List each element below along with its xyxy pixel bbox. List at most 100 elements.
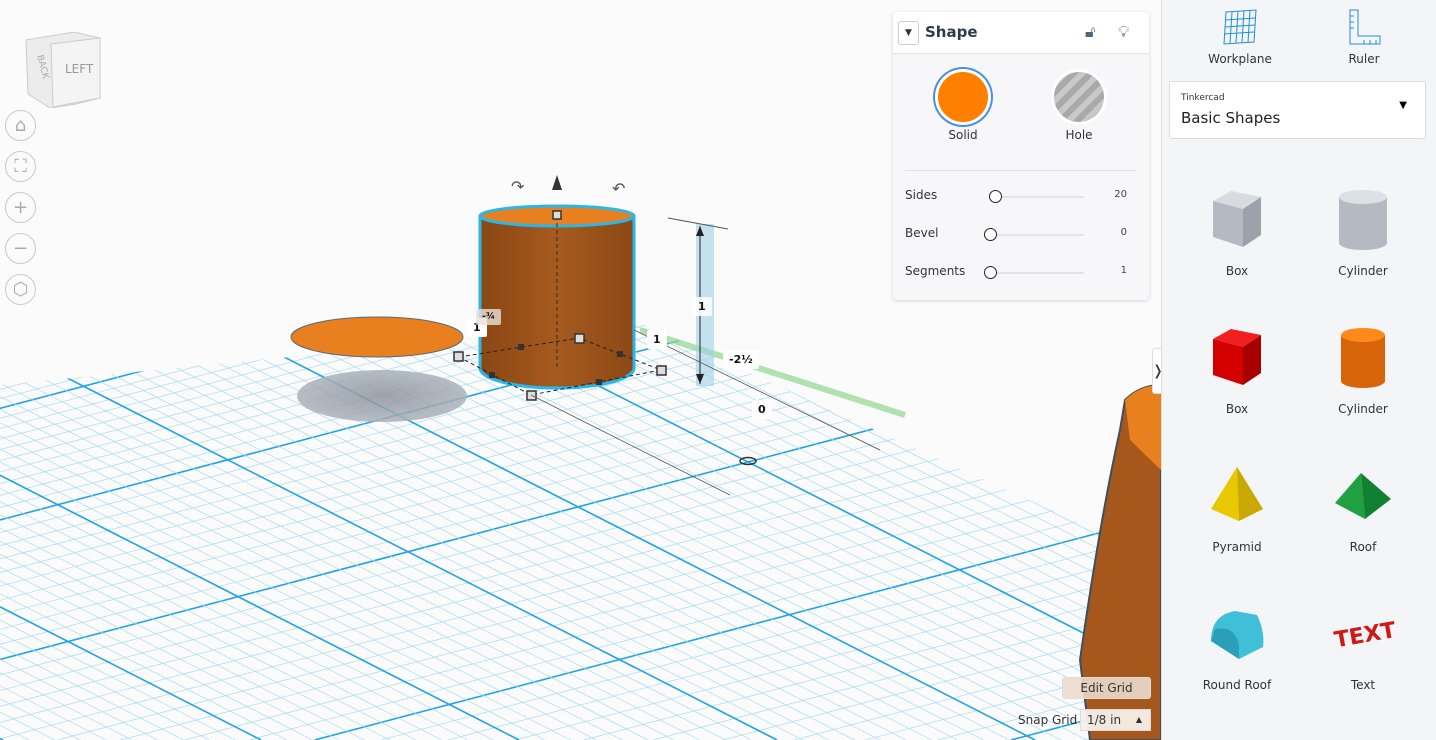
workplane-icon xyxy=(1223,9,1257,45)
left-offset-dimension[interactable]: -¾ xyxy=(476,309,502,325)
solid-option[interactable]: Solid xyxy=(923,72,1003,142)
selected-cylinder[interactable] xyxy=(478,204,636,390)
caret-down-icon: ▼ xyxy=(1399,100,1407,111)
workplane-label: Workplane xyxy=(1208,52,1272,66)
grid-line xyxy=(0,0,925,244)
grid-line xyxy=(0,0,881,233)
hole-swatch[interactable] xyxy=(1054,72,1104,122)
fit-view-button[interactable]: ⛶ xyxy=(5,151,36,182)
workplane-tool[interactable]: Workplane xyxy=(1195,8,1285,66)
roof-icon xyxy=(1335,473,1391,519)
home-icon: ⌂ xyxy=(14,115,27,136)
grid-line xyxy=(0,0,691,182)
ellipse-object[interactable] xyxy=(290,316,464,358)
elevation-dimension[interactable]: -2½ xyxy=(723,350,759,369)
ruler-icon xyxy=(1349,9,1381,45)
ortho-view-icon: ⬡ xyxy=(12,279,29,300)
cyl-hole-icon xyxy=(1339,190,1387,250)
grid-line xyxy=(0,0,933,246)
cyl-icon xyxy=(1341,328,1385,388)
param-slider-knob[interactable] xyxy=(984,266,997,279)
ortho-view-button[interactable]: ⬡ xyxy=(5,274,36,305)
shape-item-text[interactable]: TEXT Text xyxy=(1303,584,1423,692)
grid-line xyxy=(0,435,597,740)
param-value[interactable]: 1 xyxy=(1121,265,1127,276)
zoom-out-icon: − xyxy=(12,238,29,259)
edit-grid-button[interactable]: Edit Grid xyxy=(1062,677,1151,699)
height-dimension[interactable]: 1 xyxy=(692,297,712,316)
grid-line xyxy=(0,632,210,740)
shape-item-label: Round Roof xyxy=(1202,678,1272,692)
grid-line xyxy=(120,465,1161,740)
shape-library-sidebar: Workplane Ruler Tinkercad Basic Shapes ▼… xyxy=(1161,0,1436,740)
grid-line xyxy=(0,553,365,740)
panel-title: Shape xyxy=(925,23,978,41)
shape-item-label: Text xyxy=(1350,678,1376,692)
grid-line xyxy=(0,0,918,242)
shape-item-pyramid[interactable]: Pyramid xyxy=(1177,446,1297,554)
shape-item-box[interactable]: Box xyxy=(1177,308,1297,416)
solid-swatch[interactable] xyxy=(938,72,988,122)
zoom-out-button[interactable]: − xyxy=(5,233,36,264)
object-shadow xyxy=(297,370,467,422)
grid-line xyxy=(0,0,942,249)
shape-item-box-hole[interactable]: Box xyxy=(1177,170,1297,278)
view-cube-left-face[interactable]: LEFT xyxy=(65,62,93,76)
ruler-tool[interactable]: Ruler xyxy=(1319,8,1409,66)
width-dimension[interactable]: 1 xyxy=(647,330,667,349)
grid-line xyxy=(0,0,817,216)
origin-dimension[interactable]: 0 xyxy=(752,400,772,419)
library-category: Basic Shapes xyxy=(1181,109,1281,127)
param-slider-knob[interactable] xyxy=(988,190,1002,203)
param-label: Sides xyxy=(905,188,938,202)
param-segments: Segments 1 xyxy=(905,262,1137,282)
grid-line xyxy=(0,567,339,740)
lock-icon[interactable]: 🔓︎ xyxy=(1085,22,1095,42)
grid-line xyxy=(0,431,1161,740)
shape-item-label: Box xyxy=(1225,264,1249,278)
hole-label: Hole xyxy=(1065,128,1093,142)
shape-inspector-panel: ▼ Shape 🔓︎ 💡︎ Solid Hole Sides 20 Bevel 0 Se… xyxy=(893,12,1149,300)
param-sides: Sides 20 xyxy=(905,186,1137,206)
grid-line xyxy=(0,0,913,241)
rotate-handle-right-icon[interactable]: ↶ xyxy=(612,179,625,198)
grid-line xyxy=(0,711,55,740)
param-bevel: Bevel 0 xyxy=(905,224,1137,244)
hole-option[interactable]: Hole xyxy=(1039,72,1119,142)
home-button[interactable]: ⌂ xyxy=(5,110,36,141)
param-slider-knob[interactable] xyxy=(984,228,997,241)
grid-line xyxy=(0,0,952,251)
zoom-in-button[interactable]: + xyxy=(5,192,36,223)
grid-line xyxy=(0,422,623,740)
grid-line xyxy=(0,323,933,740)
roundroof-icon xyxy=(1211,611,1264,659)
ruler-label: Ruler xyxy=(1348,52,1380,66)
shape-item-cyl-hole[interactable]: Cylinder xyxy=(1303,170,1423,278)
box-hole-icon xyxy=(1213,191,1261,247)
param-slider-track[interactable] xyxy=(990,234,1084,236)
param-label: Segments xyxy=(905,264,966,278)
view-cube[interactable]: LEFT BACK xyxy=(24,31,102,109)
param-slider-track[interactable] xyxy=(990,272,1084,274)
rotate-handle-left-icon[interactable]: ↷ xyxy=(511,177,525,196)
x-axis-guide xyxy=(639,327,906,418)
grid-line xyxy=(0,488,494,740)
snap-grid-value: 1/8 in xyxy=(1087,713,1122,727)
shape-item-roof[interactable]: Roof xyxy=(1303,446,1423,554)
collapse-panel-button[interactable]: ▼ xyxy=(898,21,919,45)
param-value[interactable]: 20 xyxy=(1114,189,1127,200)
snap-grid-select[interactable]: 1/8 in ▲ xyxy=(1080,709,1151,731)
param-value[interactable]: 0 xyxy=(1121,227,1127,238)
shape-item-cyl[interactable]: Cylinder xyxy=(1303,308,1423,416)
lightbulb-icon[interactable]: 💡︎ xyxy=(1118,22,1129,42)
grid-line xyxy=(0,0,849,224)
text-icon: TEXT xyxy=(1332,618,1395,653)
grid-line xyxy=(0,396,675,740)
lift-arrow-icon[interactable] xyxy=(552,175,562,190)
param-slider-track[interactable] xyxy=(990,196,1084,198)
grid-line xyxy=(57,448,1161,740)
grid-line xyxy=(0,0,754,199)
shape-item-roundroof[interactable]: Round Roof xyxy=(1177,584,1297,692)
grid-line xyxy=(0,0,722,191)
library-dropdown[interactable]: Tinkercad Basic Shapes ▼ xyxy=(1169,81,1426,139)
